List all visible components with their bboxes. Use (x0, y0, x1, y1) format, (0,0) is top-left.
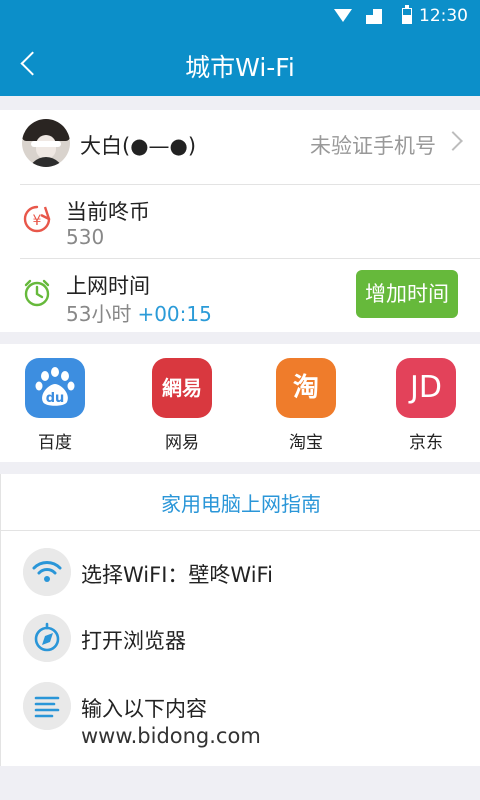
guide-url: www.bidong.com (81, 724, 261, 748)
app-label-baidu: 百度 (38, 433, 72, 453)
netease-icon: 網易 (152, 358, 212, 418)
baidu-paw-icon: du (25, 358, 85, 418)
signal-icon (366, 9, 382, 24)
jd-icon: JD (396, 358, 456, 418)
status-bar: 12:30 (0, 0, 480, 32)
app-label-jd: 京东 (409, 433, 443, 453)
app-jd[interactable]: JD 京东 (381, 358, 471, 453)
app-label-netease: 网易 (165, 433, 199, 453)
add-time-button[interactable]: 增加时间 (356, 270, 458, 318)
online-time-row: 53小时 +00:15 (66, 298, 212, 327)
user-card: 大白(●—●) 未验证手机号 ¥ 当前咚币 530 上网时间 53小时 +00:1… (0, 110, 480, 332)
app-baidu[interactable]: du 百度 (10, 358, 100, 453)
clock-icon (24, 279, 50, 307)
guide-title: 家用电脑上网指南 (161, 492, 321, 516)
divider (1, 530, 480, 531)
compass-icon (23, 614, 71, 662)
user-name: 大白(●—●) (80, 134, 197, 158)
app-taobao[interactable]: 淘 淘宝 (261, 358, 351, 453)
taobao-icon: 淘 (276, 358, 336, 418)
guide-step-open-browser: 打开浏览器 (81, 629, 186, 653)
title-bar: 城市Wi-Fi (0, 32, 480, 96)
online-time-extra: +00:15 (137, 302, 212, 326)
wifi-icon (23, 548, 71, 596)
guide-card: 家用电脑上网指南 选择WiFI：壁咚WiFi 打开浏览器 输入以下内容 www.… (0, 474, 480, 766)
coins-value: 530 (66, 225, 105, 249)
apps-card: du 百度 網易 网易 淘 淘宝 JD 京东 (0, 344, 480, 462)
online-time-value: 53小时 (66, 302, 132, 326)
verify-phone-link[interactable]: 未验证手机号 (310, 130, 436, 160)
app-netease[interactable]: 網易 网易 (137, 358, 227, 453)
svg-text:du: du (46, 391, 65, 406)
chevron-right-icon[interactable] (443, 131, 463, 151)
battery-icon (402, 5, 412, 24)
avatar[interactable] (22, 119, 70, 167)
page-title: 城市Wi-Fi (185, 53, 295, 82)
coins-label: 当前咚币 (66, 200, 150, 224)
app-label-taobao: 淘宝 (289, 433, 323, 453)
wifi-icon (334, 9, 352, 22)
divider (20, 258, 480, 259)
guide-step-select-wifi: 选择WiFI：壁咚WiFi (81, 563, 273, 587)
svg-text:¥: ¥ (33, 213, 42, 229)
guide-step-enter-content: 输入以下内容 (81, 697, 207, 721)
divider (20, 184, 480, 185)
status-time: 12:30 (419, 6, 468, 26)
online-time-label: 上网时间 (66, 274, 150, 298)
coin-icon: ¥ (23, 205, 51, 233)
text-lines-icon (23, 682, 71, 730)
